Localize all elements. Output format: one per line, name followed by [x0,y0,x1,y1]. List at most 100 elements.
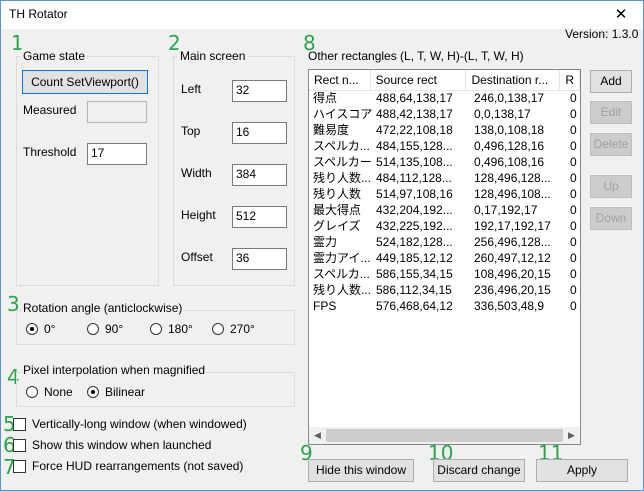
threshold-input[interactable]: 17 [87,143,147,165]
table-cell: 得点 [313,91,338,105]
table-row[interactable]: 得点 488,64,138,17 246,0,138,17 0 [309,91,580,106]
offset-label: Offset [181,250,213,264]
interpolation-bilinear-radio[interactable]: Bilinear [87,385,145,399]
interpolation-none-radio[interactable]: None [26,385,73,399]
table-row[interactable]: 残り人数... 484,112,128... 128,496,128... 0 [309,171,580,186]
table-row[interactable]: 残り人数 514,97,108,16 128,496,108... 0 [309,187,580,202]
rotation-180-radio[interactable]: 180° [150,322,193,336]
threshold-label: Threshold [23,145,77,159]
rotation-90-radio[interactable]: 90° [87,322,123,336]
top-input[interactable]: 16 [232,122,287,144]
radio-label: 90° [105,322,124,336]
column-header-r[interactable]: R [560,70,580,91]
scrollbar-thumb[interactable] [326,429,563,442]
table-cell: 0 [570,203,577,217]
apply-button[interactable]: Apply [536,459,628,482]
down-button[interactable]: Down [590,207,632,230]
up-button[interactable]: Up [590,175,632,198]
table-cell: 514,97,108,16 [376,187,453,201]
table-cell: グレイズ [313,219,361,233]
column-header-destination-rect[interactable]: Destination r... [466,70,561,91]
table-cell: 514,135,108... [376,155,453,169]
table-row[interactable]: 霊力 524,182,128... 256,496,128... 0 [309,235,580,250]
table-row[interactable]: ハイスコア 488,42,138,17 0,0,138,17 0 [309,107,580,122]
table-cell: 0 [570,219,577,233]
table-cell: 484,112,128... [376,171,452,185]
width-input[interactable]: 384 [232,164,287,186]
table-row[interactable]: 難易度 472,22,108,18 138,0,108,18 0 [309,123,580,138]
hide-window-button[interactable]: Hide this window [308,459,414,482]
table-cell: 0 [570,139,577,153]
table-cell: スペルカ... [313,267,370,281]
scroll-right-icon[interactable]: ▶ [563,427,580,444]
checkbox-icon [13,438,26,452]
table-cell: 488,42,138,17 [376,107,453,121]
edit-button[interactable]: Edit [590,101,632,124]
left-label: Left [181,82,202,96]
table-cell: 0 [570,251,577,265]
height-label: Height [181,208,216,222]
table-row[interactable]: スペルカード 514,135,108... 0,496,108,16 0 [309,155,580,170]
radio-label: 270° [230,322,255,336]
table-cell: 0 [570,267,577,281]
checkbox-icon [13,417,26,431]
offset-input[interactable]: 36 [232,248,287,270]
height-input[interactable]: 512 [232,206,287,228]
table-row[interactable]: 最大得点 432,204,192... 0,17,192,17 0 [309,203,580,218]
column-header-rect-name[interactable]: Rect n... [309,70,371,91]
close-icon[interactable]: ✕ [599,1,643,29]
table-cell: 128,496,128... [474,171,551,185]
left-input[interactable]: 32 [232,80,287,102]
table-cell: 霊力アイ... [313,251,371,265]
table-cell: 128,496,108... [474,187,551,201]
table-row[interactable]: 残り人数... 586,112,34,15 236,496,20,15 0 [309,283,580,298]
checkbox-label: Force HUD rearrangements (not saved) [32,459,244,473]
version-label: Version: 1.3.0 [565,27,639,41]
radio-selected-icon [87,386,99,398]
discard-change-button[interactable]: Discard change [433,459,525,482]
table-cell: 0 [570,283,577,297]
app-window: TH Rotator ✕ Version: 1.3.0 1 2 8 3 4 5 … [0,0,644,491]
table-cell: 256,496,128... [474,235,551,249]
radio-icon [87,323,99,335]
table-cell: 576,468,64,12 [376,299,453,313]
radio-icon [26,386,38,398]
table-cell: 0 [570,155,577,169]
force-hud-checkbox[interactable]: Force HUD rearrangements (not saved) [13,459,243,473]
scroll-left-icon[interactable]: ◀ [309,427,326,444]
other-rectangles-label: Other rectangles (L, T, W, H)-(L, T, W, … [308,49,524,63]
table-row[interactable]: スペルカ... 586,155,34,15 108,496,20,15 0 [309,267,580,282]
table-cell: 残り人数... [313,171,372,185]
table-row[interactable]: スペルカ... 484,155,128... 0,496,128,16 0 [309,139,580,154]
table-cell: 0 [570,171,577,185]
vertical-window-checkbox[interactable]: Vertically-long window (when windowed) [13,417,247,431]
top-label: Top [181,124,201,138]
rectangles-list[interactable]: Rect n... Source rect Destination r... R… [308,69,581,445]
table-cell: 586,155,34,15 [376,267,453,281]
rotation-270-radio[interactable]: 270° [212,322,255,336]
table-cell: 108,496,20,15 [474,267,551,281]
measured-label: Measured [23,103,77,117]
table-cell: 0 [570,235,577,249]
add-button[interactable]: Add [590,70,632,93]
table-cell: 最大得点 [313,203,362,217]
table-cell: 霊力 [313,235,338,249]
table-cell: ハイスコア [313,107,372,121]
radio-icon [150,323,162,335]
table-cell: 472,22,108,18 [376,123,453,137]
delete-button[interactable]: Delete [590,133,632,156]
show-on-launch-checkbox[interactable]: Show this window when launched [13,438,211,452]
measured-field [87,101,147,123]
count-setviewport-button[interactable]: Count SetViewport() [22,70,148,94]
table-cell: 0 [570,187,577,201]
table-row[interactable]: FPS 576,468,64,12 336,503,48,9 0 [309,299,580,314]
table-cell: 0,0,138,17 [474,107,531,121]
game-state-group-label: Game state [21,49,88,63]
table-cell: 192,17,192,17 [474,219,551,233]
table-row[interactable]: グレイズ 432,225,192... 192,17,192,17 0 [309,219,580,234]
horizontal-scrollbar[interactable]: ◀ ▶ [309,427,580,444]
table-cell: 524,182,128... [376,235,453,249]
table-row[interactable]: 霊力アイ... 449,185,12,12 260,497,12,12 0 [309,251,580,266]
column-header-source-rect[interactable]: Source rect [371,70,467,91]
rotation-0-radio[interactable]: 0° [26,322,55,336]
